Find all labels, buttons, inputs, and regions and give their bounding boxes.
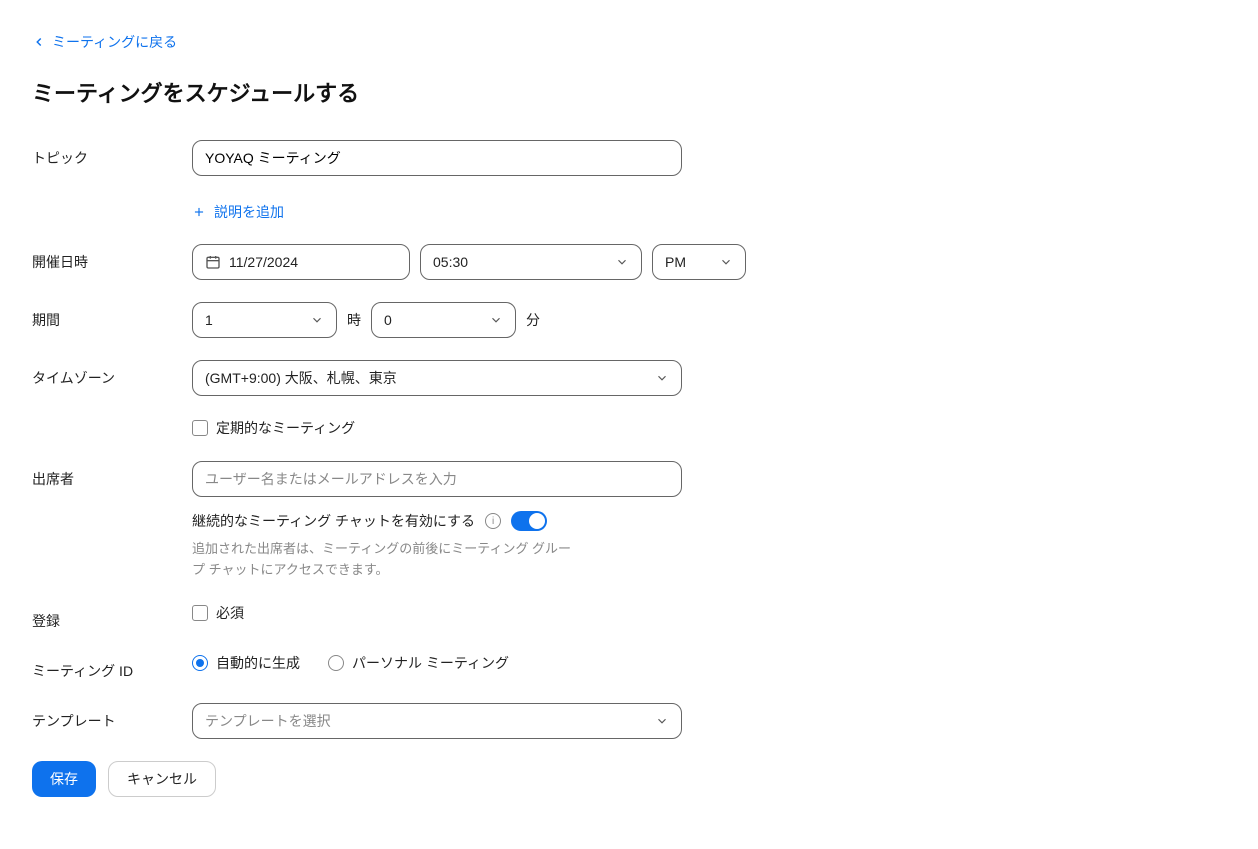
back-link-text: ミーティングに戻る [52,32,177,52]
back-to-meetings-link[interactable]: ミーティングに戻る [32,32,177,52]
minutes-unit: 分 [526,310,540,330]
timezone-value: (GMT+9:00) 大阪、札幌、東京 [205,368,397,388]
template-label: テンプレート [32,703,192,731]
timezone-label: タイムゾーン [32,360,192,388]
registration-checkbox [192,605,208,621]
chevron-down-icon [719,255,733,269]
plus-icon [192,205,206,219]
attendees-input[interactable] [192,461,682,497]
ampm-value: PM [665,254,686,270]
chevron-down-icon [655,714,669,728]
add-description-button[interactable]: 説明を追加 [192,202,284,222]
time-select[interactable]: 05:30 [420,244,642,280]
hours-unit: 時 [347,310,361,330]
recurring-label: 定期的なミーティング [216,418,355,438]
recurring-checkbox-row[interactable]: 定期的なミーティング [192,418,355,438]
info-icon[interactable]: i [485,513,501,529]
save-button[interactable]: 保存 [32,761,96,797]
chevron-down-icon [615,255,629,269]
registration-label: 登録 [32,603,192,631]
duration-hours-select[interactable]: 1 [192,302,337,338]
duration-label: 期間 [32,302,192,330]
time-value: 05:30 [433,254,468,270]
recurring-checkbox [192,420,208,436]
chat-helper-text: 追加された出席者は、ミーティングの前後にミーティング グループ チャットにアクセ… [192,539,572,581]
chevron-down-icon [655,371,669,385]
duration-minutes-select[interactable]: 0 [371,302,516,338]
meeting-id-personal-label: パーソナル ミーティング [352,653,509,673]
chat-toggle[interactable] [511,511,547,531]
calendar-icon [205,254,221,270]
when-label: 開催日時 [32,244,192,272]
chevron-left-icon [32,35,46,49]
meeting-id-label: ミーティング ID [32,653,192,681]
date-value: 11/27/2024 [229,254,298,270]
template-select[interactable]: テンプレートを選択 [192,703,682,739]
cancel-button[interactable]: キャンセル [108,761,216,797]
meeting-id-auto-label: 自動的に生成 [216,653,300,673]
topic-input[interactable] [192,140,682,176]
meeting-id-auto-radio[interactable]: 自動的に生成 [192,653,300,673]
registration-required-label: 必須 [216,603,244,623]
chat-toggle-label: 継続的なミーティング チャットを有効にする [192,511,475,531]
duration-minutes-value: 0 [384,312,392,328]
registration-required-row[interactable]: 必須 [192,603,244,623]
timezone-select[interactable]: (GMT+9:00) 大阪、札幌、東京 [192,360,682,396]
topic-label: トピック [32,140,192,168]
chevron-down-icon [310,313,324,327]
meeting-id-personal-radio[interactable]: パーソナル ミーティング [328,653,509,673]
attendees-label: 出席者 [32,461,192,489]
date-picker[interactable]: 11/27/2024 [192,244,410,280]
add-description-text: 説明を追加 [214,202,284,222]
template-placeholder: テンプレートを選択 [205,711,331,731]
radio-unchecked [328,655,344,671]
radio-checked [192,655,208,671]
page-title: ミーティングをスケジュールする [32,76,1226,108]
duration-hours-value: 1 [205,312,213,328]
ampm-select[interactable]: PM [652,244,746,280]
chevron-down-icon [489,313,503,327]
